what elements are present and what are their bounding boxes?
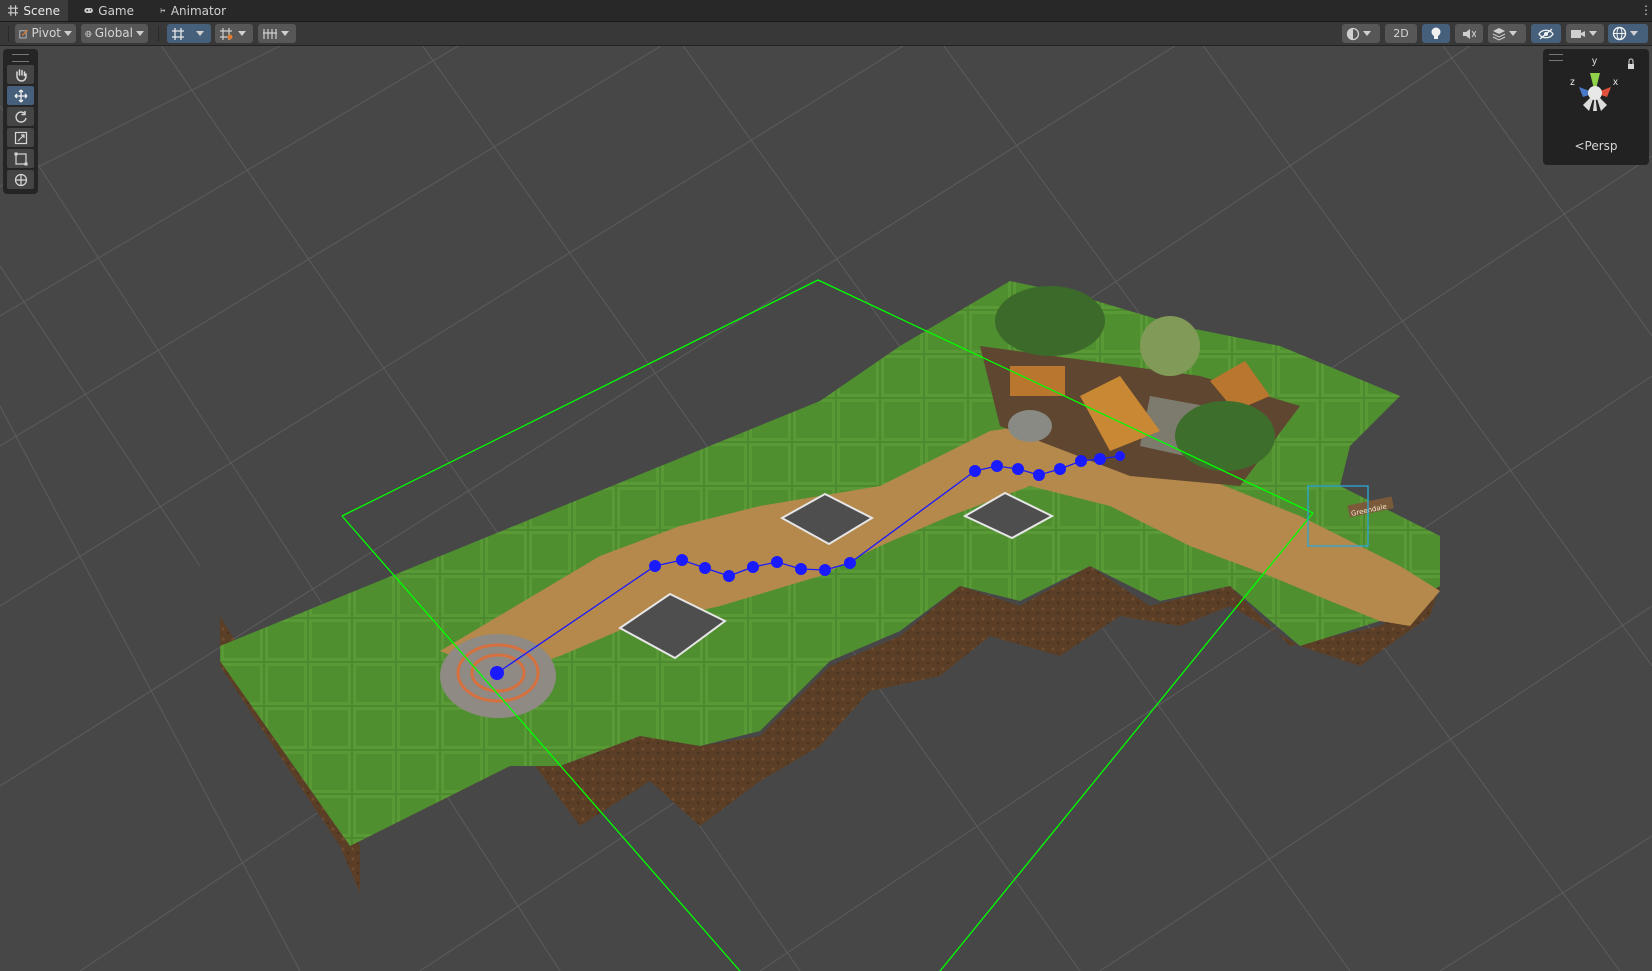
hand-tool-button[interactable] [7, 65, 34, 84]
gamepad-icon [84, 8, 93, 13]
pivot-dropdown[interactable]: Pivot [15, 24, 76, 43]
chevron-down-icon [1509, 31, 1517, 36]
window-tab-bar: Scene Game Animator ⋮ [0, 0, 1652, 22]
pivot-icon [19, 29, 29, 38]
transform-tool-button[interactable] [7, 170, 34, 189]
scene-viewport[interactable]: Greendale y x z <Persp [0, 46, 1652, 971]
scene-canvas[interactable]: Greendale [0, 46, 1652, 971]
layers-icon [1492, 27, 1506, 41]
lightbulb-icon [1431, 27, 1441, 39]
tab-game-label: Game [98, 3, 134, 18]
toolbar-separator [158, 26, 159, 42]
chevron-down-icon [281, 31, 289, 36]
lighting-toggle[interactable] [1422, 24, 1450, 43]
shading-icon [1346, 27, 1360, 40]
chevron-down-icon [1630, 31, 1638, 36]
tool-palette [3, 49, 38, 194]
transform-icon [14, 173, 27, 186]
chevron-left-icon: < [1574, 139, 1585, 153]
axis-x-label: x [1613, 77, 1618, 88]
global-dropdown[interactable]: Global [81, 24, 148, 43]
mode-2d-label: 2D [1393, 27, 1409, 40]
chevron-down-icon [1589, 31, 1597, 36]
globe-icon [85, 30, 92, 37]
mode-2d-toggle[interactable]: 2D [1385, 24, 1417, 43]
pivot-label: Pivot [31, 26, 61, 40]
grid-icon [8, 5, 19, 16]
mute-icon [1463, 28, 1476, 39]
scale-tool-button[interactable] [7, 128, 34, 147]
grid-toggle-icon [263, 28, 277, 39]
gizmos-dropdown[interactable] [1608, 24, 1648, 43]
grid-snap-toggle[interactable] [167, 24, 211, 43]
grid-snap-icon [172, 27, 184, 40]
chevron-down-icon [196, 31, 204, 36]
move-tool-button[interactable] [7, 86, 34, 105]
more-options-icon[interactable]: ⋮ [1640, 2, 1652, 18]
tab-game[interactable]: Game [76, 0, 142, 21]
rect-transform-icon [14, 152, 27, 165]
lock-icon[interactable] [1628, 64, 1634, 69]
audio-toggle[interactable] [1455, 24, 1483, 43]
shading-mode-dropdown[interactable] [1342, 24, 1380, 43]
move-icon [14, 89, 27, 102]
hidden-eye-icon [1538, 28, 1554, 39]
tab-animator[interactable]: Animator [152, 0, 234, 21]
projection-label: Persp [1584, 139, 1618, 153]
scale-icon [14, 131, 27, 144]
snap-icon [220, 27, 233, 40]
increment-snap-dropdown[interactable] [215, 24, 253, 43]
toolbar-grip [8, 26, 9, 42]
axis-y-label: y [1592, 56, 1597, 67]
global-label: Global [94, 26, 133, 40]
tab-scene-label: Scene [23, 3, 60, 18]
rotate-tool-button[interactable] [7, 107, 34, 126]
tab-animator-label: Animator [170, 3, 226, 18]
grid-visibility-dropdown[interactable] [258, 24, 296, 43]
gizmos-icon [1612, 26, 1627, 41]
axis-z-label: z [1570, 77, 1575, 88]
scene-toolbar: Pivot Global 2D [0, 22, 1652, 46]
camera-icon [1571, 29, 1585, 38]
hand-icon [15, 68, 27, 82]
tab-scene[interactable]: Scene [0, 0, 68, 21]
chevron-down-icon [238, 31, 246, 36]
rotate-icon [14, 110, 27, 123]
effects-dropdown[interactable] [1488, 24, 1526, 43]
orientation-gizmo[interactable]: y x z <Persp [1543, 49, 1649, 165]
scene-visibility-toggle[interactable] [1531, 24, 1561, 43]
axis-gizmo-icon[interactable]: y x z [1543, 49, 1649, 137]
palette-grip[interactable] [12, 54, 29, 62]
chevron-down-icon [136, 31, 144, 36]
rect-tool-button[interactable] [7, 149, 34, 168]
chevron-down-icon [1363, 31, 1371, 36]
camera-settings-dropdown[interactable] [1566, 24, 1604, 43]
projection-toggle[interactable]: <Persp [1543, 139, 1649, 153]
chevron-down-icon [64, 31, 72, 36]
animator-icon [160, 8, 166, 13]
